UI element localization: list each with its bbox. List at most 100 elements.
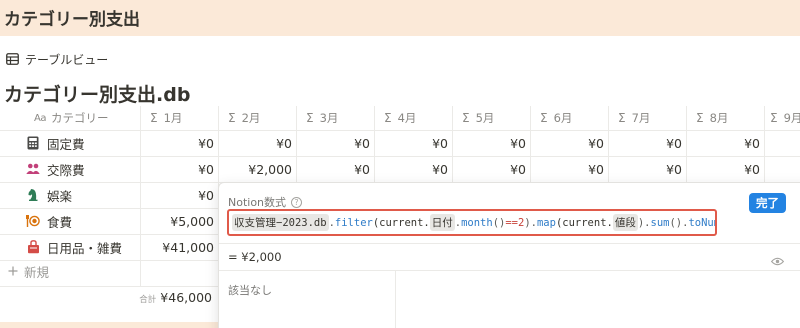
divider [219,243,800,244]
column-header-jan[interactable]: Σ 1月 [150,106,182,130]
table-cell[interactable]: ¥0 [686,156,760,182]
formula-token: (current. [372,216,430,229]
formula-property-token: 値段 [612,214,638,231]
table-row-name[interactable]: 娯楽 [26,182,72,208]
column-header-label: カテゴリー [50,111,109,125]
text-property-icon: Aa [34,112,46,124]
row-label: 交際費 [47,162,85,178]
table-cell[interactable]: ¥0 [530,156,604,182]
column-header-label: 7月 [631,111,651,125]
sigma-icon: Σ [696,111,704,125]
table-row-name[interactable]: 食費 [26,208,72,234]
new-row-label: 新規 [24,265,50,280]
column-header-label: 6月 [553,111,573,125]
eye-icon[interactable] [770,251,785,270]
table-cell[interactable]: ¥0 [374,156,448,182]
formula-editor-popup: Notion数式 ? 完了 収支管理−2023.db. filter (curren… [218,182,800,328]
help-icon[interactable]: ? [291,196,303,208]
sum-label: 合計 [139,295,157,305]
formula-result: = ¥2,000 [228,250,282,264]
row-label: 食費 [47,214,73,230]
sigma-icon: Σ [384,111,392,125]
food-icon [26,214,40,228]
formula-token: == [505,216,518,229]
table-cell[interactable]: ¥0 [140,156,214,182]
table-cell[interactable]: ¥0 [608,130,682,156]
page-title: カテゴリー別支出 [4,10,140,30]
row-label: 日用品・雑費 [47,240,123,256]
chess-knight-icon [26,188,40,202]
column-header-label: 2月 [241,111,261,125]
table-cell[interactable]: ¥0 [140,130,214,156]
formula-token: (). [669,216,689,229]
column-header-jun[interactable]: Σ 6月 [540,106,572,130]
table-cell[interactable]: ¥0 [140,182,214,208]
table-cell[interactable]: ¥0 [218,130,292,156]
formula-token: toNumber [688,216,715,229]
view-label: テーブルビュー [25,52,109,67]
column-header-label: 4月 [397,111,417,125]
column-header-label: 1月 [163,111,183,125]
sigma-icon: Σ [306,111,314,125]
formula-property-token: 収支管理−2023.db [232,214,329,231]
formula-popup-header: Notion数式 ? [228,194,303,210]
column-header-name[interactable]: Aa カテゴリー [34,106,108,130]
plus-icon [8,264,18,279]
formula-token: ). [524,216,537,229]
formula-token: (current. [555,216,613,229]
column-header-aug[interactable]: Σ 8月 [696,106,728,130]
column-header-label: 9月 [783,111,800,125]
column-header-mar[interactable]: Σ 3月 [306,106,338,130]
formula-input[interactable]: 収支管理−2023.db. filter (current. 日付. month() =… [227,209,717,236]
table-row-name[interactable]: 固定費 [26,130,85,156]
table-cell[interactable]: ¥0 [374,130,448,156]
formula-token: sum [650,216,670,229]
table-cell[interactable]: ¥5,000 [140,208,214,234]
table-cell[interactable]: ¥2,000 [218,156,292,182]
calculator-icon [26,136,40,150]
table-cell[interactable]: ¥0 [452,130,526,156]
sigma-icon: Σ [462,111,470,125]
database-title[interactable]: カテゴリー別支出.db [4,80,190,107]
formula-property-token: 日付 [429,214,455,231]
basket-icon [26,240,40,254]
column-header-sep[interactable]: Σ 9月 [770,106,800,130]
sum-value: ¥46,000 [160,290,212,305]
table-cell[interactable]: ¥0 [686,130,760,156]
empty-state-text: 該当なし [228,284,272,297]
formula-popup-title: Notion数式 [228,196,287,209]
column-header-label: 3月 [319,111,339,125]
formula-token: month [461,216,493,229]
table-cell[interactable]: ¥0 [608,156,682,182]
table-row-name[interactable]: 交際費 [26,156,85,182]
row-label: 固定費 [47,136,85,152]
calculation-row[interactable]: 合計 ¥46,000 [0,290,212,306]
table-icon [6,53,19,65]
new-row-button[interactable]: 新規 [8,262,49,281]
sigma-icon: Σ [618,111,626,125]
column-header-label: 8月 [709,111,729,125]
formula-token: filter [334,216,373,229]
sigma-icon: Σ [228,111,236,125]
column-header-may[interactable]: Σ 5月 [462,106,494,130]
sigma-icon: Σ [540,111,548,125]
table-cell[interactable]: ¥0 [296,130,370,156]
table-cell[interactable]: ¥0 [452,156,526,182]
table-cell[interactable]: ¥0 [296,156,370,182]
panel-divider [395,271,396,328]
table-row-name[interactable]: 日用品・雑費 [26,234,122,260]
formula-token: () [492,216,506,229]
formula-token: ). [637,216,651,229]
sigma-icon: Σ [770,111,778,125]
table-cell[interactable]: ¥0 [530,130,604,156]
formula-token: map [536,216,556,229]
people-icon [26,162,40,176]
column-header-feb[interactable]: Σ 2月 [228,106,260,130]
table-cell[interactable]: ¥41,000 [140,234,214,260]
done-button[interactable]: 完了 [749,193,786,213]
column-header-jul[interactable]: Σ 7月 [618,106,650,130]
page-header-banner: カテゴリー別支出 [0,0,800,36]
column-header-apr[interactable]: Σ 4月 [384,106,416,130]
view-tab[interactable]: テーブルビュー [6,50,108,68]
divider [219,270,800,271]
